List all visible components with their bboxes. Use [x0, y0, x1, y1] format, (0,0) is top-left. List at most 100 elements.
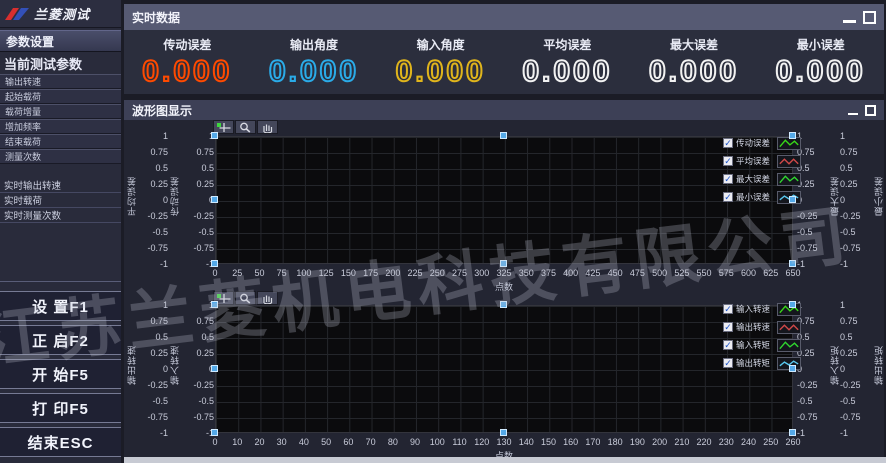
resize-handle[interactable]: [211, 429, 218, 436]
y-axis-tick: 1: [182, 131, 214, 142]
resize-handle[interactable]: [789, 365, 796, 372]
resize-handle[interactable]: [500, 301, 507, 308]
metric: 平均误差 0.000: [504, 30, 631, 94]
restart-button[interactable]: 正 启F2: [0, 325, 121, 355]
y-axis-tick: -0.75: [136, 243, 168, 254]
param-item[interactable]: 测量次数: [0, 149, 121, 164]
y-axis-tick: -0.25: [182, 380, 214, 391]
legend-label: 输出转矩: [736, 357, 774, 369]
realtime-item: 实时载荷: [0, 193, 121, 208]
legend-checkbox[interactable]: ✓: [723, 340, 733, 350]
legend-item: ✓最大误差: [723, 170, 803, 188]
legend-checkbox[interactable]: ✓: [723, 322, 733, 332]
param-item[interactable]: 载荷增量: [0, 104, 121, 119]
maximize-icon[interactable]: [865, 105, 876, 116]
resize-handle[interactable]: [500, 429, 507, 436]
plot-area[interactable]: [215, 136, 793, 264]
y-axis-tick: 0.5: [840, 163, 872, 174]
resize-handle[interactable]: [500, 260, 507, 267]
resize-handle[interactable]: [789, 196, 796, 203]
y-axis-tick: -1: [136, 259, 168, 270]
pan-tool-icon[interactable]: [257, 291, 278, 305]
resize-handle[interactable]: [789, 429, 796, 436]
y-axis-tick: -0.75: [797, 243, 829, 254]
resize-handle[interactable]: [211, 196, 218, 203]
zoom-tool-icon[interactable]: [235, 120, 256, 134]
y-axis-title: 最大误差: [828, 176, 841, 216]
settings-button[interactable]: 设 置F1: [0, 291, 121, 321]
y-axis-tick: 0.75: [136, 147, 168, 158]
panel-title: 波形图显示: [132, 102, 192, 119]
resize-handle[interactable]: [789, 132, 796, 139]
legend-checkbox[interactable]: ✓: [723, 138, 733, 148]
legend-checkbox[interactable]: ✓: [723, 174, 733, 184]
minimize-icon[interactable]: [848, 113, 858, 115]
metric-value: 0.000: [776, 55, 866, 89]
resize-handle[interactable]: [211, 260, 218, 267]
y-axis-tick: 1: [182, 300, 214, 311]
metric: 最大误差 0.000: [631, 30, 758, 94]
resize-handle[interactable]: [211, 301, 218, 308]
legend-label: 输出转速: [736, 321, 774, 333]
x-axis-title: 点数: [215, 280, 793, 293]
legend-line-icon: [777, 321, 801, 334]
y-axis-tick: 0.25: [182, 179, 214, 190]
metric-label: 平均误差: [543, 36, 591, 53]
metric-value: 0.000: [649, 55, 739, 89]
y-axis-tick: 1: [136, 131, 168, 142]
y-axis-title: 输出转矩: [872, 345, 885, 385]
resize-handle[interactable]: [500, 132, 507, 139]
y-axis-tick: 0.75: [840, 147, 872, 158]
y-axis-title: 最小误差: [872, 176, 885, 216]
start-button[interactable]: 开 始F5: [0, 359, 121, 389]
legend-line-icon: [777, 339, 801, 352]
zoom-tool-icon[interactable]: [235, 291, 256, 305]
minimize-icon[interactable]: [843, 20, 856, 23]
legend-checkbox[interactable]: ✓: [723, 192, 733, 202]
exit-button[interactable]: 结束ESC: [0, 427, 121, 457]
metric-value: 0.000: [522, 55, 612, 89]
resize-handle[interactable]: [211, 132, 218, 139]
x-axis-tick: 650: [778, 268, 808, 278]
bottom-scrollbar-strip[interactable]: [124, 457, 886, 463]
print-button[interactable]: 打 印F5: [0, 393, 121, 423]
y-axis-tick: 0.5: [136, 163, 168, 174]
plot-area[interactable]: [215, 305, 793, 433]
resize-handle[interactable]: [789, 301, 796, 308]
legend-item: ✓输出转速: [723, 318, 803, 336]
metric-value: 0.000: [396, 55, 486, 89]
legend-checkbox[interactable]: ✓: [723, 304, 733, 314]
param-item[interactable]: 起始载荷: [0, 89, 121, 104]
y-axis-tick: 0: [840, 364, 872, 375]
param-item[interactable]: 结束载荷: [0, 134, 121, 149]
legend-checkbox[interactable]: ✓: [723, 156, 733, 166]
graph-toolbar: [213, 120, 278, 134]
param-item[interactable]: 输出转速: [0, 74, 121, 89]
y-axis-tick: -0.25: [797, 380, 829, 391]
y-axis-tick: -0.25: [136, 380, 168, 391]
section-label: 当前测试参数: [4, 54, 82, 73]
param-item-label: 增加频率: [5, 120, 41, 133]
y-axis-tick: 0: [182, 364, 214, 375]
legend-item: ✓平均误差: [723, 152, 803, 170]
pan-tool-icon[interactable]: [257, 120, 278, 134]
maximize-icon[interactable]: [863, 11, 876, 24]
y-axis-tick: 0: [840, 195, 872, 206]
sidebar-section-parameter-settings[interactable]: 参数设置: [0, 30, 121, 52]
y-axis-tick: 1: [840, 300, 872, 311]
resize-handle[interactable]: [789, 260, 796, 267]
y-axis-title: 输出转速: [125, 345, 138, 385]
legend-checkbox[interactable]: ✓: [723, 358, 733, 368]
y-axis-tick: -0.75: [182, 412, 214, 423]
resize-handle[interactable]: [211, 365, 218, 372]
legend-line-icon: [777, 173, 801, 186]
param-item-label: 起始载荷: [5, 90, 41, 103]
metric-label: 最大误差: [670, 36, 718, 53]
y-axis-tick: -0.25: [797, 211, 829, 222]
y-axis-tick: -0.5: [136, 227, 168, 238]
y-axis-tick: -0.5: [797, 396, 829, 407]
y-axis-tick: -0.75: [182, 243, 214, 254]
param-item[interactable]: 增加频率: [0, 119, 121, 134]
legend-label: 平均误差: [736, 155, 774, 167]
y-axis-tick: 0.5: [840, 332, 872, 343]
